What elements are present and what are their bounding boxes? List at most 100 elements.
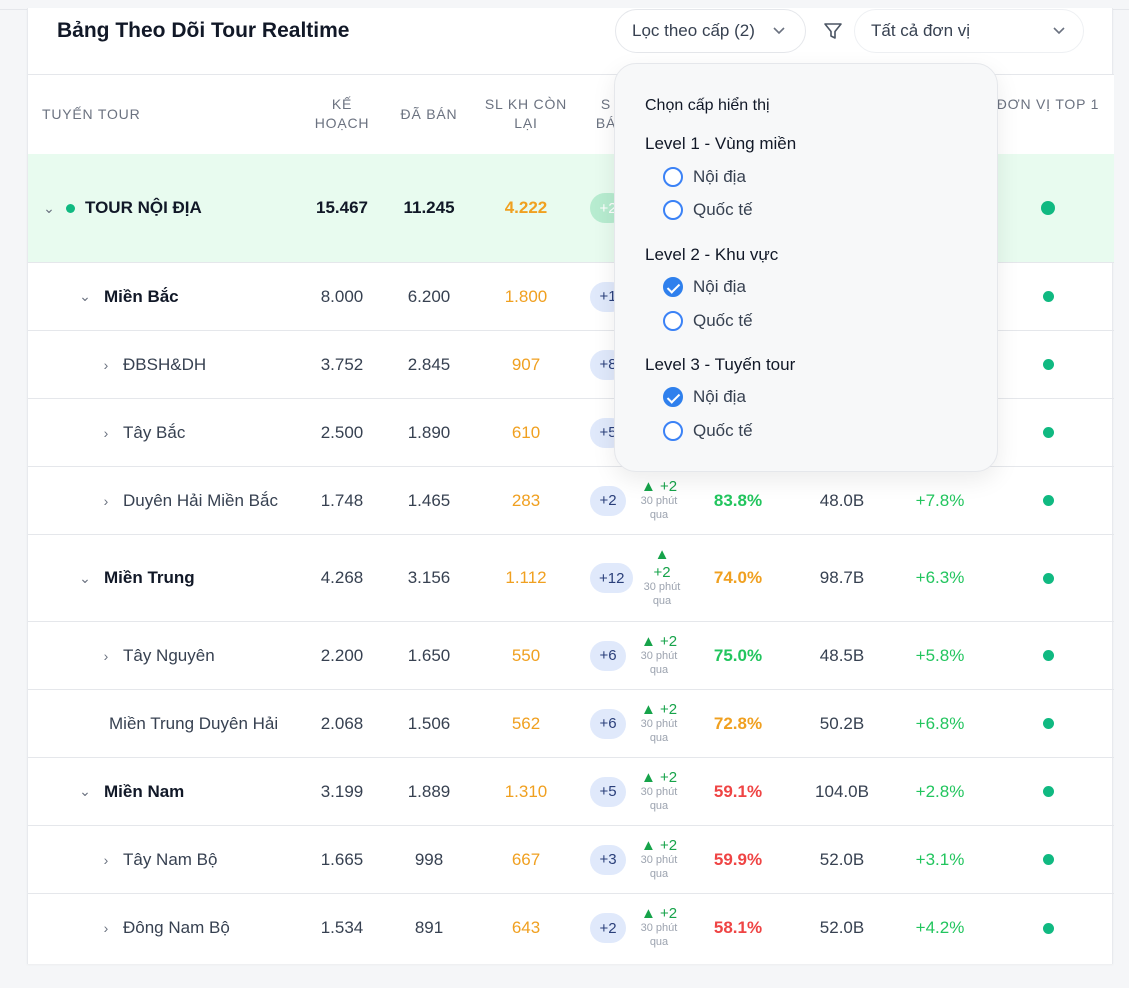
option-label: Nội địa [693,277,746,296]
row-plan: 1.748 [320,490,364,510]
row-name: ĐBSH&DH [123,354,207,374]
top-unit-dot [1042,718,1054,729]
level-1-option-domestic[interactable]: Nội địa [663,167,746,187]
table-row[interactable]: › Tây Nguyên 2.200 1.650 550 +6 ▲ +2 30 … [28,622,1114,690]
row-plan: 8.000 [320,286,364,306]
top-unit-dot [1042,427,1054,438]
unit-select[interactable]: Tất cả đơn vị [854,9,1084,53]
row-change-pill: +12 [590,563,634,593]
chevron-down-icon [1053,27,1065,35]
chevron-down-icon[interactable]: ⌄ [78,288,92,305]
row-percent: 59.9% [713,849,763,869]
table-row[interactable]: › Tây Nam Bộ 1.665 998 667 +3 ▲ +2 30 ph… [28,826,1114,894]
level-filter-popup: Chọn cấp hiển thị Level 1 - Vùng miền Nộ… [614,63,998,472]
row-remaining: 1.112 [505,568,547,587]
radio-checked-icon[interactable] [663,387,683,407]
radio-unchecked-icon[interactable] [663,311,683,331]
popup-title: Chọn cấp hiển thị [645,97,770,114]
top-unit-dot [1042,922,1054,934]
chevron-down-icon[interactable]: ⌄ [78,570,92,587]
status-dot [66,203,75,213]
row-percent: 59.1% [713,781,763,801]
level-1-option-international[interactable]: Quốc tế [663,200,753,220]
row-growth: +6.3% [915,568,965,587]
row-growth: +6.8% [915,713,965,733]
table-row[interactable]: Miền Trung Duyên Hải 2.068 1.506 562 +6 … [28,690,1114,758]
col-remaining[interactable]: SL KH CÒN LẠI [480,95,572,133]
trend-time: 30 phút qua [640,717,678,744]
row-percent: 58.1% [713,918,763,937]
level-3-option-international[interactable]: Quốc tế [663,421,753,441]
trend-time: 30 phút qua [640,785,678,812]
trend-value: ▲ +2 [640,632,678,650]
level-filter-label: Lọc theo cấp (2) [632,21,755,40]
chevron-down-icon [773,27,785,35]
row-name: Miền Trung Duyên Hải [109,713,279,733]
option-label: Nội địa [693,167,746,186]
row-sold: 1.506 [407,713,451,733]
row-remaining: 283 [511,490,541,510]
row-revenue: 52.0B [819,849,865,869]
row-sold: 1.890 [407,422,451,442]
level-2-option-international[interactable]: Quốc tế [663,311,753,331]
row-change-pill: +6 [590,708,626,739]
trend-time: 30 phút qua [640,853,678,880]
row-name: Miền Trung [104,568,195,587]
chevron-right-icon[interactable]: › [99,357,113,373]
unit-select-value: Tất cả đơn vị [871,21,971,40]
radio-unchecked-icon[interactable] [663,200,683,220]
row-sold: 11.245 [403,198,455,217]
level-3-option-domestic[interactable]: Nội địa [663,387,746,407]
col-sold[interactable]: ĐÃ BÁN [393,105,465,124]
col-route[interactable]: TUYẾN TOUR [42,105,141,124]
top-unit-dot [1042,291,1054,302]
row-growth: +7.8% [915,490,965,510]
row-name: Miền Nam [104,781,185,801]
row-sold: 1.650 [407,645,451,665]
trend-value: ▲ +2 [640,768,678,786]
row-growth: +3.1% [915,849,965,869]
chevron-down-icon[interactable]: ⌄ [42,200,56,217]
row-remaining: 610 [511,422,541,442]
top-unit-dot [1042,495,1054,506]
option-label: Quốc tế [693,421,753,440]
row-plan: 3.199 [320,781,364,801]
level-2-option-domestic[interactable]: Nội địa [663,277,746,297]
row-change-pill: +6 [590,640,626,671]
col-plan[interactable]: KẾ HOẠCH [310,95,374,133]
chevron-right-icon[interactable]: › [99,852,113,868]
trend-arrow: ▲ [654,546,670,563]
table-row[interactable]: › Đông Nam Bộ 1.534 891 643 +2 ▲ +2 30 p… [28,894,1114,962]
level-2-label: Level 2 - Khu vực [645,245,779,264]
row-change-pill: +5 [590,776,626,807]
trend-time: 30 phút qua [640,649,678,676]
radio-unchecked-icon[interactable] [663,167,683,187]
row-sold: 3.156 [407,568,451,587]
table-row[interactable]: ⌄ Miền Trung 4.268 3.156 1.112 +12 ▲ +2 … [28,535,1114,622]
row-revenue: 50.2B [819,713,865,733]
chevron-right-icon[interactable]: › [99,425,113,441]
top-unit-dot [1042,854,1054,865]
row-name: TOUR NỘI ĐỊA [85,198,202,217]
row-name: Đông Nam Bộ [123,918,230,937]
radio-unchecked-icon[interactable] [663,421,683,441]
row-remaining: 907 [511,354,541,374]
chevron-right-icon[interactable]: › [99,648,113,664]
top-unit-dot [1042,359,1054,370]
row-change-pill: +2 [590,913,626,943]
table-row[interactable]: ⌄ Miền Nam 3.199 1.889 1.310 +5 ▲ +2 30 … [28,758,1114,826]
top-unit-dot [1041,201,1055,215]
row-remaining: 667 [511,849,541,869]
table-row[interactable]: › Duyên Hải Miền Bắc 1.748 1.465 283 +2 … [28,467,1114,535]
level-filter-button[interactable]: Lọc theo cấp (2) [615,9,806,53]
row-change-pill: +3 [590,844,626,875]
row-revenue: 48.0B [819,490,865,510]
filter-icon[interactable] [822,20,844,42]
chevron-down-icon[interactable]: ⌄ [78,783,92,800]
trend-time: 30 phút qua [640,494,678,521]
radio-checked-icon[interactable] [663,277,683,297]
row-remaining: 562 [511,713,541,733]
col-top-unit[interactable]: ĐƠN VỊ TOP 1 [996,95,1100,114]
chevron-right-icon[interactable]: › [99,493,113,509]
chevron-right-icon[interactable]: › [99,920,113,936]
